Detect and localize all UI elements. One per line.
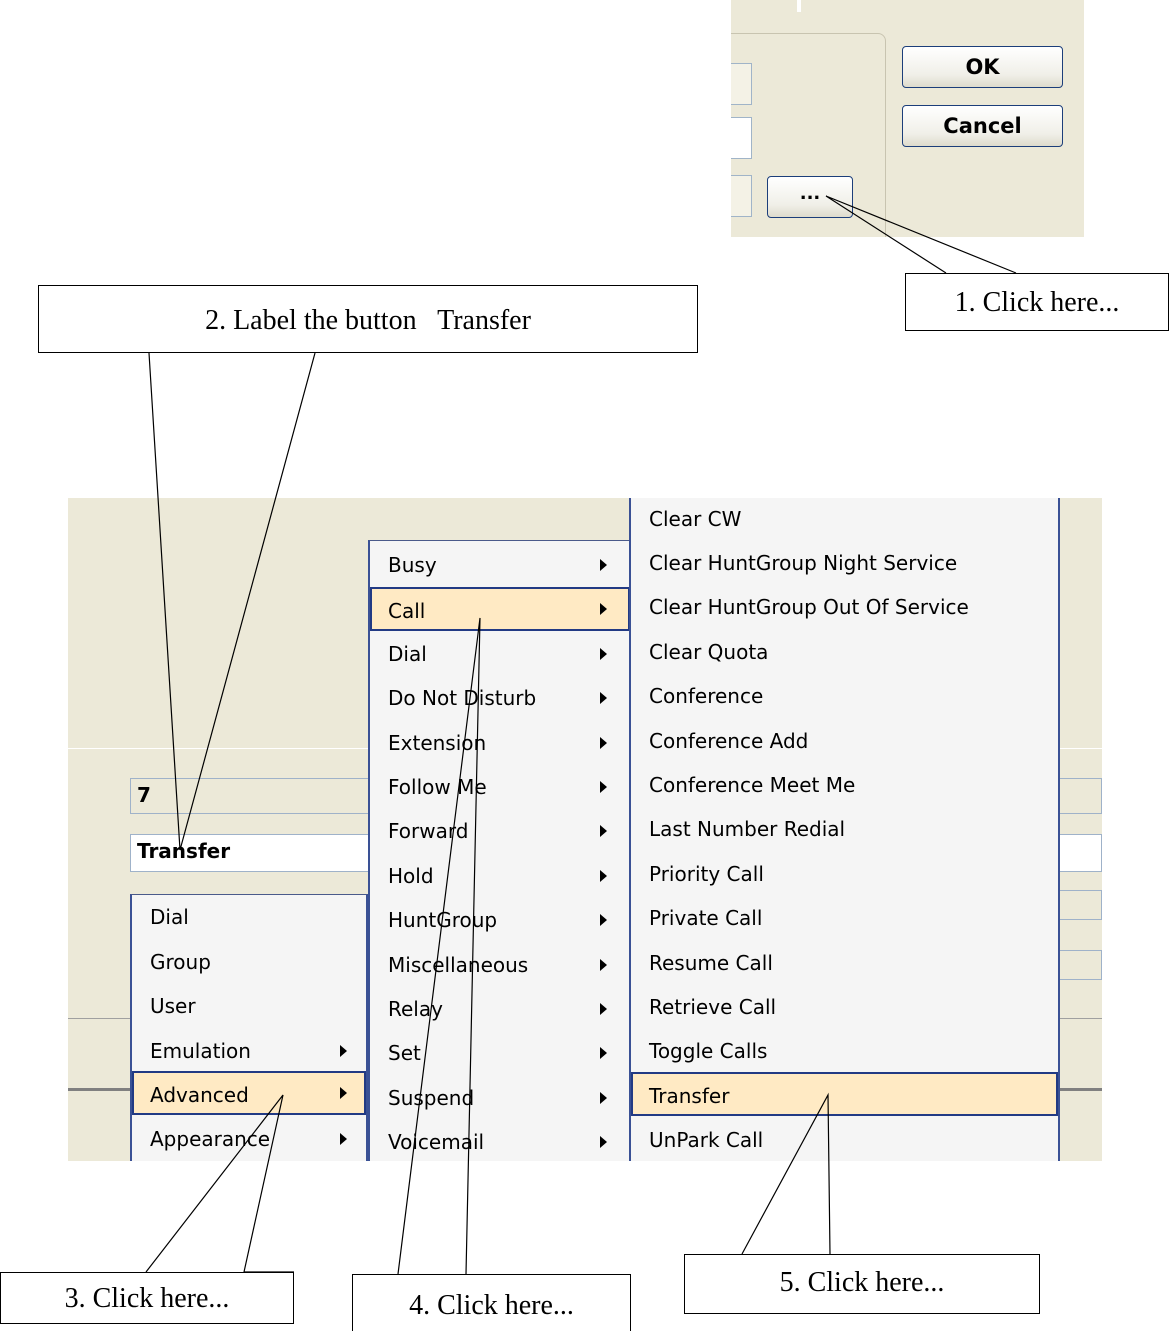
callout-4-leader — [397, 617, 481, 1275]
callout-1-leader — [825, 195, 1017, 274]
callout-leader-lines — [145, 195, 1017, 1275]
callout-2-leader — [148, 352, 316, 851]
callout-3-leader — [145, 1094, 294, 1273]
callout-5-leader — [741, 1092, 831, 1255]
